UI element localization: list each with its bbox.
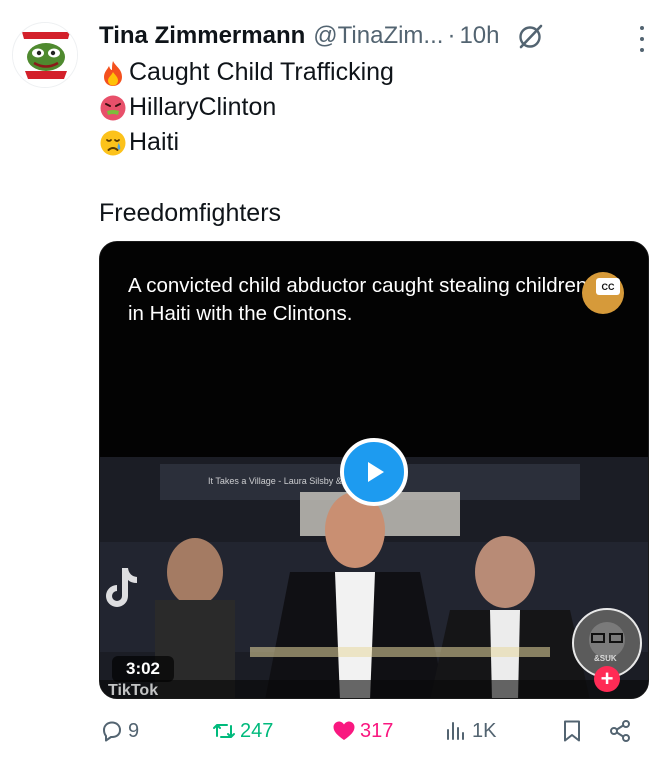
repost-count: 247: [240, 719, 274, 742]
tiktok-logo-icon: [100, 566, 140, 615]
bookmark-button[interactable]: [559, 716, 585, 746]
repost-button[interactable]: 247: [211, 716, 273, 746]
video-duration: 3:02: [112, 656, 174, 682]
post-line-1-text: Caught Child Trafficking: [129, 58, 394, 86]
post-line-1: Caught Child Trafficking: [99, 55, 394, 90]
fire-icon: [99, 59, 127, 87]
post-line-3: Haiti: [99, 125, 394, 160]
tiktok-watermark: TikTok: [108, 682, 159, 699]
grok-icon[interactable]: [517, 22, 545, 50]
views-icon: [447, 722, 464, 740]
share-icon: [610, 720, 630, 742]
author-avatar[interactable]: [12, 22, 78, 88]
hashtag-line: Freedomfighters: [99, 199, 282, 227]
post-timestamp[interactable]: 10h: [459, 22, 499, 50]
background-text: It Takes a Village - Laura Silsby &: [208, 476, 342, 486]
post-header: Tina Zimmermann @TinaZim... · 10h: [99, 20, 659, 52]
heart-icon: [333, 721, 355, 740]
cc-icon[interactable]: CC: [596, 278, 620, 295]
post-line-2-text: HillaryClinton: [129, 93, 277, 121]
video-player[interactable]: A convicted child abductor caught steali…: [99, 241, 649, 699]
reply-count: 9: [128, 719, 140, 742]
reply-button[interactable]: 9: [99, 716, 139, 746]
vomiting-face-icon: [99, 94, 127, 122]
views-button[interactable]: 1K: [443, 716, 496, 746]
like-button[interactable]: 317: [331, 716, 393, 746]
follow-creator-button[interactable]: +: [594, 666, 620, 692]
views-count: 1K: [472, 719, 497, 742]
post-text: Caught Child Trafficking HillaryClinton …: [99, 55, 394, 160]
author-handle[interactable]: @TinaZim...: [313, 22, 443, 50]
post-line-3-text: Haiti: [129, 128, 180, 156]
play-icon: [368, 462, 384, 482]
pepe-avatar-image: [13, 23, 77, 87]
post-actions: 9 247 317 1K: [99, 716, 644, 746]
more-options-icon[interactable]: [638, 26, 646, 52]
separator-dot: ·: [447, 22, 456, 49]
video-caption: A convicted child abductor caught steali…: [128, 274, 588, 325]
play-button[interactable]: [340, 438, 408, 506]
creator-label: &SUK: [594, 654, 617, 663]
crying-face-icon: [99, 129, 127, 157]
bookmark-icon: [564, 720, 580, 742]
repost-icon: [213, 724, 235, 738]
share-button[interactable]: [607, 716, 633, 746]
post-line-2: HillaryClinton: [99, 90, 394, 125]
author-name[interactable]: Tina Zimmermann: [99, 22, 305, 50]
like-count: 317: [360, 719, 394, 742]
reply-icon: [103, 721, 121, 742]
